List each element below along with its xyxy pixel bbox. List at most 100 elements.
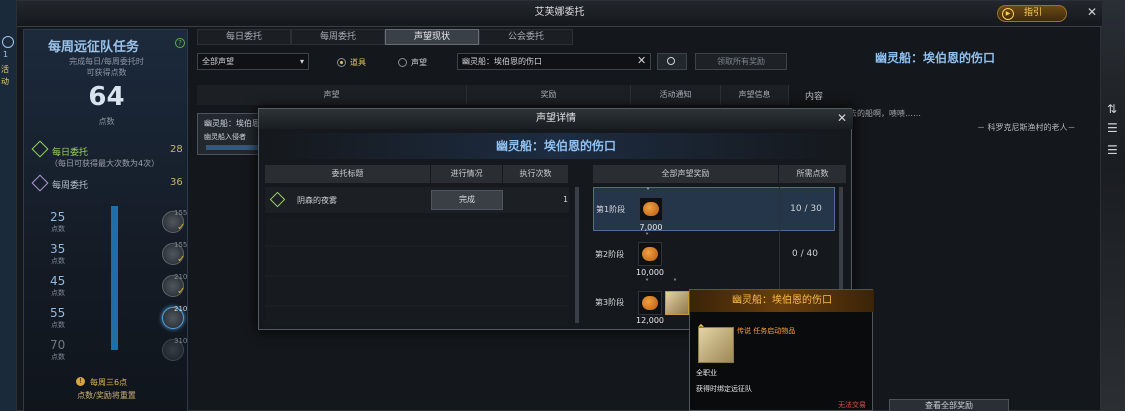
left-rail: 1 活动: [0, 0, 16, 411]
scrollbar[interactable]: [575, 187, 579, 323]
item-tooltip: 幽灵船：埃伯恩的伤口 ↑ 传说 任务启动物品 全职业 获得时绑定远征队 无法交易: [689, 289, 874, 411]
tier-cost: 155: [174, 209, 188, 217]
scroll-item-icon[interactable]: [665, 291, 689, 315]
info-icon: !: [76, 377, 85, 386]
close-icon[interactable]: ✕: [1085, 5, 1099, 19]
clear-icon[interactable]: ✕: [637, 54, 646, 67]
header-required-points: 所需点数: [779, 165, 847, 183]
check-icon: ✓: [177, 254, 186, 265]
radio-reputation[interactable]: [398, 58, 407, 67]
scroll-item-icon: [698, 327, 734, 363]
tab-guild[interactable]: 公会委托: [479, 29, 573, 45]
tier-cost: 210: [174, 305, 188, 313]
tier-cost: 155: [174, 241, 188, 249]
task-title: 阴森的夜雾: [297, 196, 337, 205]
activity-label[interactable]: 活动: [1, 64, 15, 88]
play-icon: ▶: [1002, 8, 1014, 20]
tier-cost: 210: [174, 273, 188, 281]
radio-item[interactable]: [337, 58, 346, 67]
task-count: 1: [563, 195, 569, 204]
tier-points: 55: [50, 306, 66, 320]
coin-icon[interactable]: [638, 291, 662, 315]
header-info: 声望信息: [721, 85, 789, 105]
check-icon: ✓: [177, 286, 186, 297]
reset-note-2: 点数/奖励将重置: [77, 391, 136, 400]
stage-row[interactable]: 第2阶段 ˅ 10,000 0 / 40: [593, 232, 835, 277]
close-icon[interactable]: ✕: [835, 111, 849, 125]
panel-title: 每周远征队任务: [48, 40, 140, 55]
header-reputation: 声望: [197, 85, 467, 105]
tab-daily[interactable]: 每日委托: [197, 29, 291, 45]
menu-icon[interactable]: ☰: [1107, 121, 1118, 135]
search-button[interactable]: [657, 53, 687, 70]
header-count: 执行次数: [503, 165, 569, 183]
stopwatch-icon[interactable]: [2, 36, 14, 48]
header-reward: 奖励: [467, 85, 631, 105]
tier-cost: 310: [174, 337, 188, 345]
weekly-task-icon: [31, 174, 49, 192]
search-input[interactable]: 幽灵船：埃伯恩的伤口: [457, 53, 651, 70]
search-input-value: 幽灵船：埃伯恩的伤口: [462, 57, 542, 66]
swap-icon[interactable]: ⇅: [1107, 102, 1117, 116]
stage-points: 10 / 30: [790, 204, 822, 214]
daily-note: （每日可获得最大次数为4次）: [50, 159, 160, 168]
list-item-sub: 幽灵船入侵者: [204, 133, 246, 141]
weekly-expedition-panel: 每周远征队任务 ? 完成每日/每周委托时 可获得点数 64 点数 每日委托 28…: [23, 29, 188, 411]
tooltip-grade: 传说 任务启动物品: [737, 327, 796, 335]
radio-reputation-label: 声望: [411, 58, 427, 67]
status-badge: 完成: [431, 190, 503, 210]
filter-select-value: 全部声望: [202, 57, 234, 66]
tier-points: 70: [50, 338, 66, 352]
tooltip-title: 幽灵船：埃伯恩的伤口: [690, 290, 874, 312]
tier-unit: 点数: [51, 225, 65, 233]
claim-all-button[interactable]: 领取所有奖励: [695, 53, 787, 70]
list-item-progress: [206, 145, 258, 150]
panel-subtitle-2: 可获得点数: [86, 68, 127, 77]
guide-label: 指引: [1024, 8, 1043, 18]
stage-points: 0 / 40: [792, 249, 818, 259]
tooltip-trade: 无法交易: [838, 401, 866, 409]
guide-button[interactable]: ▶ 指引: [997, 5, 1067, 22]
stage-row[interactable]: 第1阶段 ˅ 7,000 10 / 30: [593, 187, 835, 232]
stage-label: 第2阶段: [595, 250, 625, 259]
tab-weekly[interactable]: 每周委托: [291, 29, 385, 45]
weekly-label: 每周委托: [52, 181, 89, 191]
chevron-down-icon: ▾: [299, 57, 304, 66]
tooltip-bind: 获得时绑定远征队: [696, 385, 752, 393]
daily-label: 每日委托: [52, 148, 89, 158]
content-label: 内容: [805, 92, 824, 102]
list-icon[interactable]: ☰: [1107, 143, 1118, 157]
reputation-detail-title: 幽灵船：埃伯恩的伤口: [875, 51, 996, 65]
header-all-rewards: 全部声望奖励: [593, 165, 779, 183]
header-activity: 活动通知: [631, 85, 721, 105]
window-title: 艾芙娜委托: [17, 1, 1102, 27]
tier-unit: 点数: [51, 289, 65, 297]
tooltip-class: 全职业: [696, 369, 717, 377]
check-icon: ✓: [177, 222, 186, 233]
table-row[interactable]: 阴森的夜雾 完成 1: [265, 187, 569, 213]
daily-value: 28: [170, 144, 183, 155]
reward-amount: 7,000: [639, 223, 663, 232]
daily-task-icon: [31, 140, 49, 158]
tier-points: 35: [50, 242, 66, 256]
chevron-down-icon: ˅: [645, 278, 649, 287]
reputation-filter-select[interactable]: 全部声望 ▾: [197, 53, 309, 70]
points-value: 64: [88, 82, 125, 112]
tier-unit: 点数: [51, 321, 65, 329]
chevron-down-icon: ˅: [646, 187, 650, 196]
rail-badge: 1: [3, 50, 9, 59]
task-icon: [269, 191, 286, 208]
chevron-down-icon: ˅: [673, 278, 677, 287]
modal-title: 幽灵船：埃伯恩的伤口: [259, 133, 853, 159]
view-all-rewards-button[interactable]: 查看全部奖励: [889, 399, 1009, 411]
coin-icon[interactable]: [639, 197, 663, 221]
tier-points: 25: [50, 210, 66, 224]
help-icon[interactable]: ?: [175, 38, 185, 48]
coin-icon[interactable]: [638, 242, 662, 266]
points-unit: 点数: [98, 117, 115, 126]
modal-header: 声望详情: [259, 109, 853, 129]
tab-reputation[interactable]: 声望现状: [385, 29, 479, 45]
search-icon: [667, 57, 675, 65]
panel-subtitle-1: 完成每日/每周委托时: [69, 57, 144, 66]
chevron-down-icon: ˅: [645, 232, 649, 241]
